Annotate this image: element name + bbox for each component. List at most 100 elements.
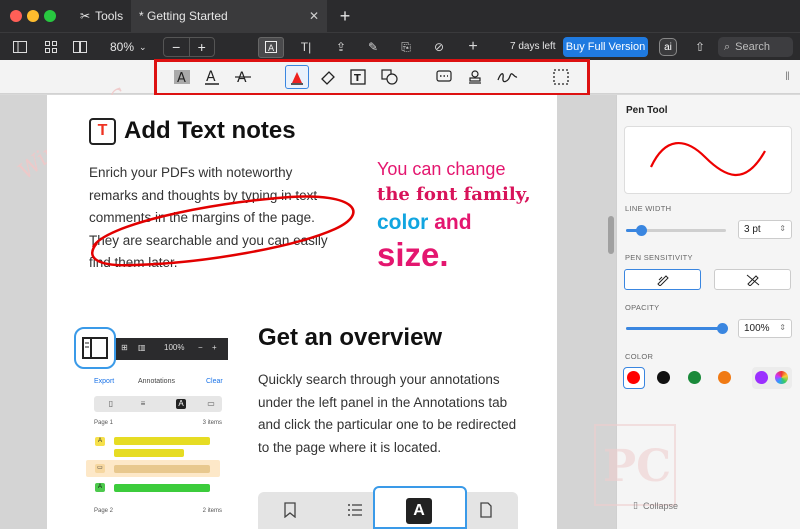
add-tool-icon[interactable]: +	[464, 38, 482, 56]
search-placeholder: Search	[735, 41, 771, 53]
text-note-icon: T	[89, 117, 116, 145]
tab-document-label: * Getting Started	[139, 9, 228, 23]
collapse-panel-button[interactable]: ▯ Collapse	[633, 500, 678, 511]
color-wheel-icon[interactable]	[775, 371, 788, 384]
tab-tools[interactable]: ✂ Tools	[80, 0, 130, 32]
pen-sensitivity-label: PEN SENSITIVITY	[625, 253, 693, 262]
mini-page1-row: Page 1 3 items	[94, 420, 222, 426]
note-text-line3: color and	[377, 211, 472, 235]
collapse-icon: ▯	[633, 500, 638, 510]
note-text-line2: the font family,	[377, 184, 531, 205]
search-icon: ⌕	[724, 40, 731, 53]
search-input[interactable]: ⌕ Search	[718, 37, 793, 57]
tab-document[interactable]: * Getting Started ✕	[131, 0, 327, 32]
document-scrollbar[interactable]	[608, 216, 614, 254]
zoom-out-button[interactable]: −	[164, 38, 190, 56]
opacity-select[interactable]: 100% ⇕	[738, 319, 792, 338]
color-swatch-black[interactable]	[657, 371, 670, 384]
color-swatch-red[interactable]	[627, 371, 640, 384]
mini-page2-row: Page 2 2 items	[94, 508, 222, 514]
minimize-window-button[interactable]	[27, 10, 39, 22]
svg-text:A: A	[268, 44, 275, 53]
zoom-select[interactable]: 80% ⌄	[104, 37, 156, 57]
line-width-slider[interactable]	[626, 225, 726, 236]
pen-sensitivity-off-button[interactable]	[714, 269, 791, 290]
mini-highlight-tag: A	[95, 437, 105, 446]
mini-comment-tag: ▭	[95, 464, 105, 473]
mini-comment-bar	[114, 465, 210, 473]
fill-sign-icon[interactable]: ✎	[364, 38, 382, 56]
stepper-icon: ⇕	[779, 323, 786, 332]
buy-full-version-button[interactable]: Buy Full Version	[563, 37, 648, 57]
stepper-icon: ⇕	[779, 224, 786, 233]
mini-highlight-bar-2	[114, 449, 184, 457]
line-width-knob[interactable]	[636, 225, 647, 236]
opacity-slider[interactable]	[626, 323, 728, 334]
pen-no-pressure-icon	[746, 274, 759, 286]
mini-page1-label: Page 1	[94, 420, 114, 426]
heading-get-an-overview: Get an overview	[258, 324, 443, 351]
export-icon[interactable]: ⇧	[692, 38, 708, 56]
page-icon	[476, 500, 496, 520]
zoom-value: 80%	[110, 40, 135, 54]
trial-remaining: 7 days left	[510, 41, 556, 52]
close-tab-icon[interactable]: ✕	[309, 9, 319, 23]
mini-zoom-value: 100%	[164, 343, 185, 352]
mini-green-tag: A	[95, 483, 105, 492]
page-layout-icon[interactable]	[72, 38, 88, 56]
opacity-knob[interactable]	[717, 323, 728, 334]
organize-pages-icon[interactable]: ⎘	[397, 38, 415, 56]
mini-highlight-bar	[114, 437, 210, 445]
list-icon	[345, 500, 365, 520]
maximize-window-button[interactable]	[44, 10, 56, 22]
pen-preview	[624, 126, 792, 194]
thumbnails-icon[interactable]	[43, 38, 59, 56]
opacity-value: 100%	[744, 323, 770, 334]
mini-page1-count: 3 items	[202, 420, 222, 426]
tab-tools-label: Tools	[95, 9, 124, 23]
color-swatch-green[interactable]	[688, 371, 701, 384]
color-swatch-purple[interactable]	[755, 371, 768, 384]
pen-sensitivity-on-button[interactable]	[624, 269, 701, 290]
mini-bookmark-icon: ▯	[108, 399, 114, 408]
mini-export-link: Export	[94, 378, 115, 385]
pressure-pen-icon	[656, 274, 669, 286]
heading-add-text-notes: Add Text notes	[124, 117, 296, 144]
zoom-in-button[interactable]: +	[190, 38, 215, 56]
link-icon[interactable]: ⊘	[430, 38, 448, 56]
color-swatch-orange[interactable]	[718, 371, 731, 384]
line-width-select[interactable]: 3 pt ⇕	[738, 220, 792, 239]
ai-assistant-button[interactable]: ai	[659, 38, 677, 56]
opacity-label: OPACITY	[625, 303, 660, 312]
close-window-button[interactable]	[10, 10, 22, 22]
pc-logo-watermark: PC	[593, 423, 677, 507]
edit-text-icon[interactable]: T|	[297, 38, 315, 56]
chevron-down-icon: ⌄	[139, 41, 147, 52]
mini-layout-icon: ▥	[138, 343, 146, 352]
mini-annotations-tab-icon: A	[176, 399, 186, 409]
mini-annotations-title: Annotations	[138, 378, 175, 385]
sidebar-toggle-icon[interactable]	[12, 38, 28, 56]
zoom-stepper: − +	[163, 37, 215, 57]
note-size-word: size.	[377, 236, 449, 273]
main-toolbar: 80% ⌄ − + A T| ⇪ ✎ ⎘ ⊘ + 7 days left Buy…	[0, 32, 800, 60]
get-an-overview-paragraph: Quickly search through your annotations …	[258, 372, 517, 455]
note-and-word: and	[434, 211, 472, 234]
bookmark-icon	[280, 500, 300, 520]
tools-icon: ✂	[80, 9, 91, 23]
annotations-a-icon: A	[406, 498, 432, 524]
mini-page-icon: ▭	[207, 399, 215, 408]
color-label: COLOR	[625, 352, 654, 361]
note-color-word: color	[377, 211, 429, 234]
mini-page2-label: Page 2	[94, 508, 114, 514]
mini-tabs: ▯ ≡ A ▭	[94, 396, 222, 412]
toolbar-grip-icon[interactable]: ‖	[785, 69, 790, 83]
note-text-line1: You can change	[377, 159, 506, 179]
mini-green-bar	[114, 484, 210, 492]
new-tab-button[interactable]: +	[336, 0, 354, 32]
share-icon[interactable]: ⇪	[332, 38, 350, 56]
mini-thumbnails-icon: ⊞	[121, 343, 128, 352]
mini-zoom-in: +	[212, 343, 217, 352]
mini-clear-link: Clear	[206, 378, 223, 385]
hand-drawn-ellipse	[91, 195, 355, 267]
